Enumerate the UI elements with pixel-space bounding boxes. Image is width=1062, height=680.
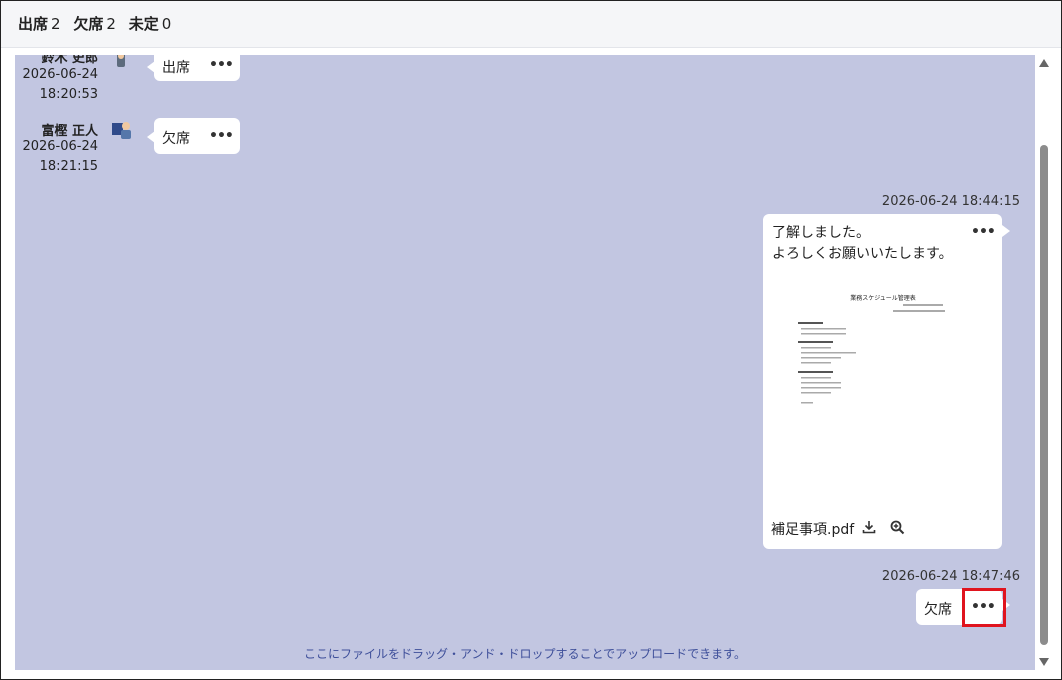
undecided-label: 未定: [128, 15, 159, 33]
drop-hint: ここにファイルをドラッグ・アンド・ドロップすることでアップロードできます。: [304, 647, 746, 661]
scroll-up-icon[interactable]: [1039, 59, 1049, 67]
attachment-row: 補足事項.pdf: [771, 519, 905, 539]
message-timestamp: 2026-06-24 18:44:15: [881, 194, 1020, 209]
message-bubble: 欠席 •••: [154, 118, 240, 154]
attend-count: 2: [51, 15, 61, 33]
thumbnail-doc-title: 業務スケジュール管理表: [850, 294, 916, 302]
message-text: 了解しました。 よろしくお願いいたします。: [772, 223, 953, 265]
more-options-button[interactable]: •••: [971, 224, 996, 240]
more-options-button[interactable]: •••: [209, 57, 234, 73]
pdf-thumbnail[interactable]: 業務スケジュール管理表: [793, 284, 973, 524]
undecided-count: 0: [161, 15, 172, 33]
message-date: 2026-06-24: [22, 139, 98, 154]
attend-label: 出席: [18, 15, 49, 33]
message-time: 18:20:53: [39, 87, 98, 102]
message-bubble: 出席 •••: [154, 55, 240, 81]
message-line: 了解しました。: [772, 225, 870, 241]
app-window: 出席 2 欠席 2 未定 0 鈴木 史郎 2026-06-24 18:20:53 出席…: [0, 0, 1062, 680]
message-date: 2026-06-24: [22, 67, 98, 82]
message-text: 出席: [162, 60, 190, 76]
attachment-filename[interactable]: 補足事項.pdf: [771, 519, 854, 539]
message-bubble: 了解しました。 よろしくお願いいたします。 ••• 業務スケジュール管理表 補足…: [763, 214, 1002, 549]
message-text: 欠席: [162, 131, 190, 147]
absent-label: 欠席: [73, 15, 104, 33]
highlight-box: [962, 588, 1006, 627]
person-with-computer-avatar-icon: [111, 119, 133, 141]
message-text: 欠席: [924, 602, 952, 618]
message-line: よろしくお願いいたします。: [772, 246, 953, 262]
chat-area[interactable]: 鈴木 史郎 2026-06-24 18:20:53 出席 ••• 富樫 正人 2…: [15, 55, 1035, 670]
attendance-summary-header: 出席 2 欠席 2 未定 0: [1, 1, 1061, 48]
message-time: 18:21:15: [39, 159, 98, 174]
message-timestamp: 2026-06-24 18:47:46: [881, 569, 1020, 584]
scrollbar-thumb[interactable]: [1040, 145, 1048, 645]
bubble-tail: [1002, 225, 1010, 237]
absent-count: 2: [106, 15, 116, 33]
attendance-summary: 出席 2 欠席 2 未定 0: [18, 13, 179, 34]
zoom-in-icon[interactable]: [890, 520, 905, 539]
vertical-scrollbar[interactable]: [1036, 55, 1052, 670]
download-icon[interactable]: [862, 520, 876, 538]
scroll-down-icon[interactable]: [1039, 658, 1049, 666]
person-avatar-icon: [111, 55, 133, 73]
more-options-button[interactable]: •••: [209, 128, 234, 144]
